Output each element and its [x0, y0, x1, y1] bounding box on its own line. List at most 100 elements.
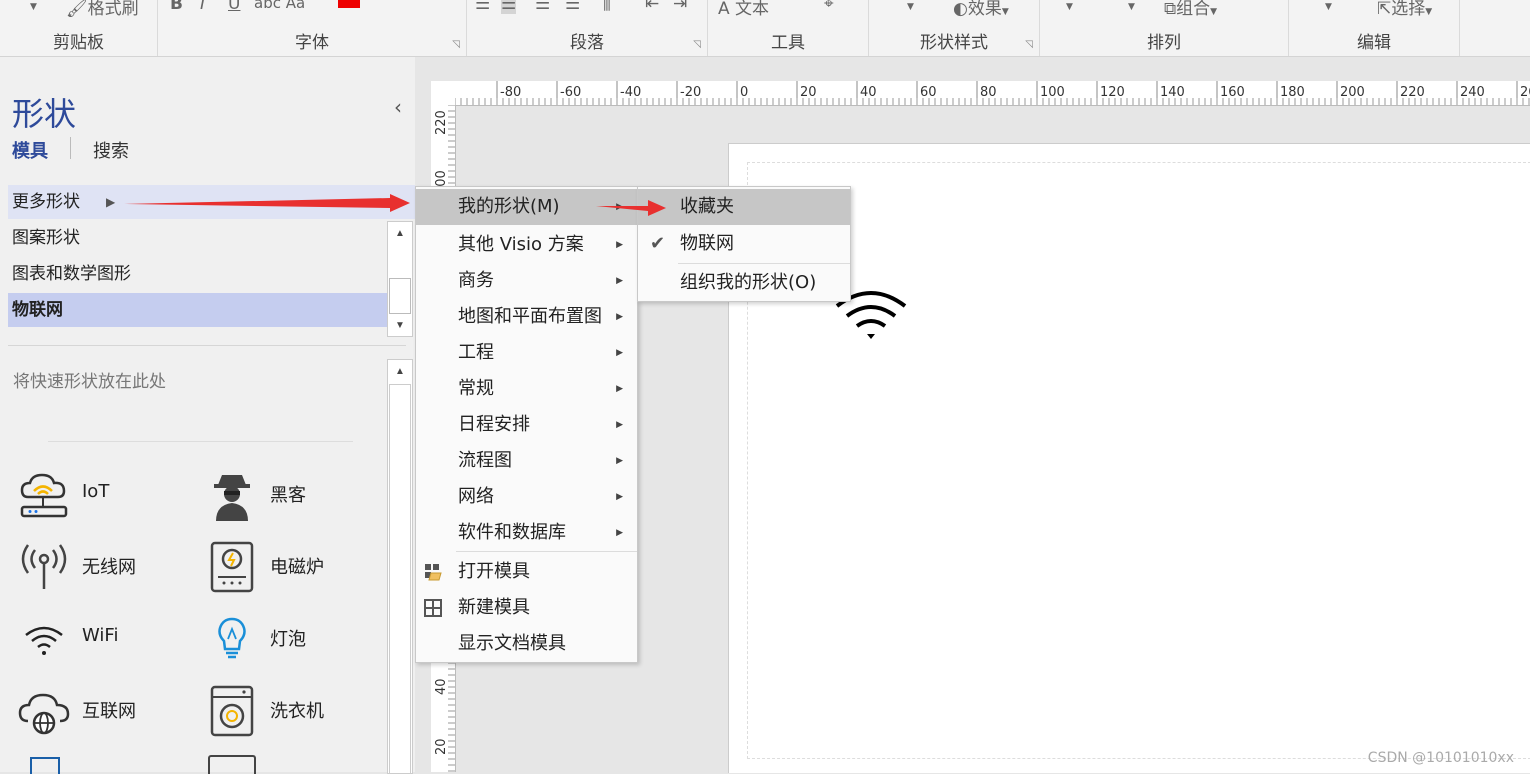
clipboard-dropdown[interactable]: ▼: [30, 0, 37, 14]
collapse-panel-icon[interactable]: ‹: [394, 95, 402, 119]
brush-icon: 🖌: [66, 0, 88, 19]
underline-button[interactable]: U: [228, 0, 240, 14]
ribbon: ▼ 🖌格式刷 剪贴板 B I U abc Aa 字体 ◹ ☰ ☰ ☰ ☰ ⫼ ⇤…: [0, 0, 1530, 57]
effects-button[interactable]: ◐效果▼: [953, 0, 1009, 19]
ruler-label: 180: [1280, 85, 1305, 100]
menu-item-business[interactable]: 商务 ▶: [416, 263, 637, 299]
tab-search[interactable]: 搜索: [93, 137, 129, 163]
shape-hacker[interactable]: 黑客: [196, 461, 376, 525]
ruler-corner: [431, 81, 456, 106]
ribbon-group-paragraph: ☰ ☰ ☰ ☰ ⫼ ⇤ ⇥ 段落 ◹: [467, 0, 708, 56]
menu-item-network[interactable]: 网络 ▶: [416, 479, 637, 515]
shape-induction-cooker[interactable]: 电磁炉: [196, 533, 376, 597]
scroll-thumb[interactable]: [389, 384, 411, 774]
ruler-label: 200: [1340, 85, 1365, 100]
scroll-down-icon[interactable]: ▼: [388, 314, 412, 336]
select-button[interactable]: ⇱选择▼: [1377, 0, 1432, 19]
font-dialog-launcher-icon[interactable]: ◹: [452, 39, 460, 50]
ruler-label: 220: [1400, 85, 1425, 100]
menu-item-general[interactable]: 常规 ▶: [416, 371, 637, 407]
tablet-icon: [30, 757, 60, 774]
shape-wifi[interactable]: WiFi: [8, 605, 188, 669]
group-label-tools: 工具: [771, 33, 805, 53]
menu-item-other-visio[interactable]: 其他 Visio 方案 ▶: [416, 227, 637, 263]
shape-iot[interactable]: IoT: [8, 461, 188, 525]
shape-wireless[interactable]: 无线网: [8, 533, 188, 597]
group-button[interactable]: ⧉组合▼: [1164, 0, 1217, 19]
connection-point-icon[interactable]: ⌖: [824, 0, 834, 14]
shape-label: 黑客: [270, 485, 306, 506]
wireless-antenna-icon: [21, 544, 67, 589]
scroll-thumb[interactable]: [389, 278, 411, 314]
stencil-item-iot[interactable]: 物联网: [8, 293, 387, 327]
format-painter-button[interactable]: 🖌格式刷: [66, 0, 139, 19]
quick-shapes-divider: [48, 441, 353, 442]
chevron-right-icon: ▶: [106, 195, 116, 209]
scroll-up-icon[interactable]: ▲: [388, 360, 412, 382]
more-shapes-label: 更多形状: [12, 192, 80, 212]
group-label-arrange: 排列: [1147, 33, 1181, 53]
shape-label: IoT: [82, 481, 110, 502]
quick-shapes-scrollbar[interactable]: ▲: [387, 359, 413, 774]
menu-item-maps[interactable]: 地图和平面布置图 ▶: [416, 299, 637, 335]
tab-stencils[interactable]: 模具: [12, 137, 48, 163]
menu-item-my-shapes[interactable]: 我的形状(M) ▶: [416, 189, 637, 225]
align-left-icon[interactable]: ☰: [475, 0, 490, 14]
submenu-item-favorites[interactable]: 收藏夹: [638, 189, 850, 225]
menu-item-open-stencil[interactable]: 打开模具: [416, 554, 637, 590]
submenu-arrow-icon: ▶: [616, 492, 623, 502]
menu-item-flowchart[interactable]: 流程图 ▶: [416, 443, 637, 479]
shape-light-bulb[interactable]: 灯泡: [196, 605, 376, 669]
text-tool-button[interactable]: A 文本: [718, 0, 769, 19]
align-center-icon[interactable]: ☰: [501, 0, 517, 14]
stencil-item-pattern[interactable]: 图案形状: [8, 221, 387, 255]
paragraph-dialog-launcher-icon[interactable]: ◹: [693, 39, 701, 50]
stencil-list-scrollbar[interactable]: ▲ ▼: [387, 221, 413, 337]
ruler-label: -60: [560, 85, 581, 100]
menu-item-show-doc-stencil[interactable]: 显示文档模具: [416, 626, 637, 662]
align-right-icon[interactable]: ☰: [535, 0, 550, 14]
menu-item-new-stencil[interactable]: 新建模具: [416, 590, 637, 626]
quick-shapes-hint: 将快速形状放在此处: [13, 372, 166, 392]
ruler-label: 40: [860, 85, 877, 100]
menu-item-engineering[interactable]: 工程 ▶: [416, 335, 637, 371]
strikethrough-button[interactable]: abc Aa: [254, 0, 305, 12]
group-label-font: 字体: [295, 33, 329, 53]
justify-icon[interactable]: ☰: [565, 0, 580, 14]
submenu-item-iot[interactable]: ✔ 物联网: [638, 226, 850, 262]
indent-increase-icon[interactable]: ⇥: [673, 0, 687, 14]
menu-item-software-db[interactable]: 软件和数据库 ▶: [416, 515, 637, 551]
washing-machine-icon: [210, 685, 254, 737]
italic-button[interactable]: I: [200, 0, 205, 14]
position-dropdown[interactable]: ▼: [1128, 0, 1135, 14]
stencil-item-chart-math[interactable]: 图表和数学图形: [8, 257, 387, 291]
menu-item-schedule[interactable]: 日程安排 ▶: [416, 407, 637, 443]
submenu-item-organize[interactable]: 组织我的形状(O): [638, 265, 850, 301]
find-dropdown[interactable]: ▼: [1325, 0, 1332, 14]
align-dropdown[interactable]: ▼: [1066, 0, 1073, 14]
more-shapes-item[interactable]: 更多形状 ▶: [8, 185, 416, 219]
scroll-up-icon[interactable]: ▲: [388, 222, 412, 244]
shape-washing-machine[interactable]: 洗衣机: [196, 677, 376, 741]
ruler-label: 160: [1220, 85, 1245, 100]
columns-icon[interactable]: ⫼: [603, 0, 611, 14]
submenu-arrow-icon: ▶: [616, 348, 623, 358]
quick-styles-dropdown[interactable]: ▼: [907, 0, 914, 14]
shape-internet[interactable]: 互联网: [8, 677, 188, 741]
horizontal-ruler: -80 -60 -40 -20 0 20 40 60 80 100 120 140 160 180 200 2…: [455, 81, 1530, 106]
ribbon-group-shape-styles: ▼ ◐效果▼ 形状样式 ◹: [869, 0, 1040, 56]
shape-label: 互联网: [82, 701, 136, 722]
ruler-label: 100: [1040, 85, 1065, 100]
indent-decrease-icon[interactable]: ⇤: [645, 0, 659, 14]
shape-styles-dialog-launcher-icon[interactable]: ◹: [1025, 39, 1033, 50]
group-label-paragraph: 段落: [570, 33, 604, 53]
submenu-arrow-icon: ▶: [616, 420, 623, 430]
submenu-arrow-icon: ▶: [616, 240, 623, 250]
font-color-button[interactable]: [338, 0, 360, 8]
shape-label: 灯泡: [270, 629, 306, 650]
ruler-label: -80: [500, 85, 521, 100]
ribbon-group-font: B I U abc Aa 字体 ◹: [158, 0, 467, 56]
open-stencil-icon: [425, 564, 442, 581]
bold-button[interactable]: B: [170, 0, 183, 14]
group-label-clipboard: 剪贴板: [53, 33, 104, 53]
